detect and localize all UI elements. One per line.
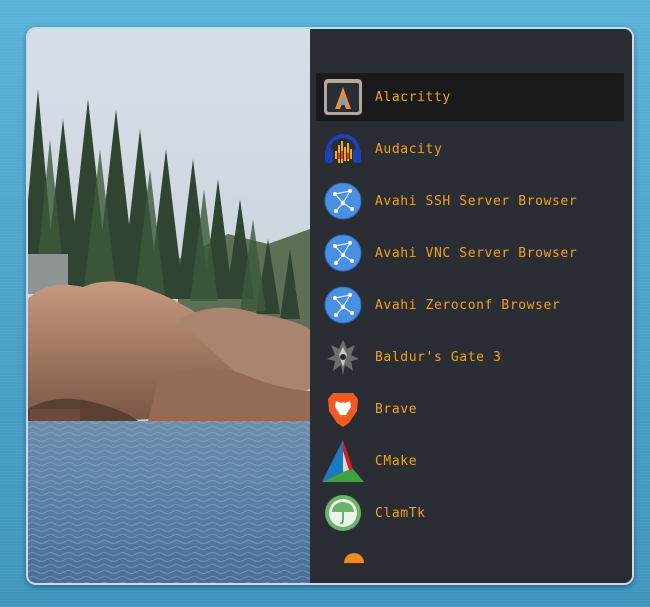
app-list-item[interactable]: ClamTk — [316, 489, 624, 537]
app-list: Alacritty Audacity Avahi SSH Server Brow… — [316, 73, 624, 541]
app-list-item-label: Avahi Zeroconf Browser — [375, 297, 561, 313]
brave-lion-icon — [321, 387, 365, 431]
launcher-wallpaper-image — [28, 29, 310, 583]
app-list-panel: Alacritty Audacity Avahi SSH Server Brow… — [310, 29, 632, 583]
avahi-network-icon — [321, 231, 365, 275]
partial-app-icon — [344, 553, 364, 563]
app-list-item[interactable]: Avahi Zeroconf Browser — [316, 281, 624, 329]
app-list-item-label: Avahi SSH Server Browser — [375, 193, 578, 209]
clamtk-umbrella-icon — [321, 491, 365, 535]
app-list-item-label: Audacity — [375, 141, 443, 157]
app-list-item[interactable]: Avahi VNC Server Browser — [316, 229, 624, 277]
baldurs-gate-icon — [321, 335, 365, 379]
app-launcher-window: Alacritty Audacity Avahi SSH Server Brow… — [26, 27, 634, 585]
avahi-network-icon — [321, 283, 365, 327]
app-list-item[interactable]: CMake — [316, 437, 624, 485]
avahi-network-icon — [321, 179, 365, 223]
app-list-item[interactable]: Baldur's Gate 3 — [316, 333, 624, 381]
app-list-item-label: Brave — [375, 401, 418, 417]
app-list-item[interactable]: Audacity — [316, 125, 624, 173]
app-list-item-label: Avahi VNC Server Browser — [375, 245, 578, 261]
app-list-item-label: ClamTk — [375, 505, 426, 521]
app-list-item[interactable]: Avahi SSH Server Browser — [316, 177, 624, 225]
app-list-item[interactable]: Brave — [316, 385, 624, 433]
cmake-icon — [321, 439, 365, 483]
audacity-icon — [321, 127, 365, 171]
app-list-item-label: Baldur's Gate 3 — [375, 349, 502, 365]
app-list-item[interactable]: Alacritty — [316, 73, 624, 121]
app-list-item-label: Alacritty — [375, 89, 451, 105]
alacritty-icon — [321, 75, 365, 119]
app-list-item-label: CMake — [375, 453, 418, 469]
